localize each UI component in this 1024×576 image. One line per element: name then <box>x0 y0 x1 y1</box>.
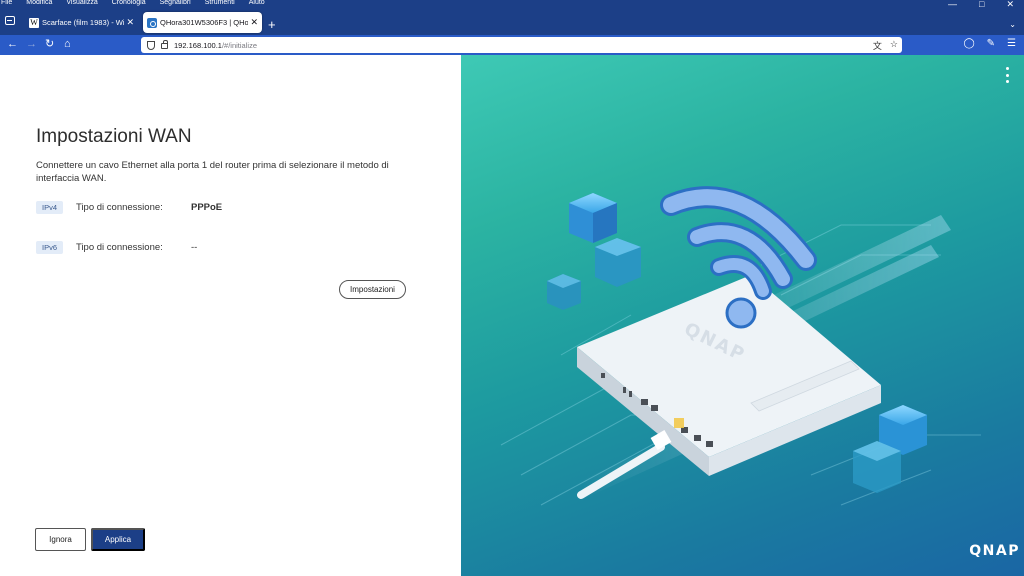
ipv4-badge: IPv4 <box>36 200 63 214</box>
ipv4-row: IPv4 Tipo di connessione: PPPoE <box>36 200 222 214</box>
minimize-icon[interactable]: — <box>948 0 957 9</box>
qnap-logo: QNAP <box>969 543 1020 559</box>
window-controls: — □ ✕ <box>948 0 1014 9</box>
menu-bar: File Modifica Visualizza Cronologia Segn… <box>0 0 1024 9</box>
settings-button[interactable]: Impostazioni <box>339 280 406 299</box>
address-bar[interactable]: 192.168.100.1 /#/initialize 文 ☆ <box>141 37 902 53</box>
menu-item-cronologia[interactable]: Cronologia <box>112 0 146 9</box>
page-title: Impostazioni WAN <box>36 126 192 147</box>
menu-icon[interactable]: ☰ <box>1007 38 1016 49</box>
close-tab-icon[interactable]: ✕ <box>126 17 134 28</box>
extensions-icon[interactable]: ✎ <box>987 38 995 49</box>
url-path: /#/initialize <box>221 40 257 50</box>
description: Connettere un cavo Ethernet alla porta 1… <box>36 160 389 184</box>
firefox-view-icon[interactable] <box>5 16 15 25</box>
ipv6-badge: IPv6 <box>36 240 63 254</box>
shield-icon[interactable] <box>147 40 155 50</box>
lock-icon[interactable] <box>161 40 168 49</box>
home-icon[interactable]: ⌂ <box>64 38 71 51</box>
more-options-icon[interactable] <box>1006 67 1010 83</box>
connection-type-label: Tipo di connessione: <box>76 241 163 253</box>
wikipedia-icon: W <box>29 17 39 28</box>
tab-title: Scarface (film 1983) - Wikipedia <box>42 18 125 27</box>
menu-item-visualizza[interactable]: Visualizza <box>66 0 97 9</box>
reload-icon[interactable]: ↻ <box>45 38 54 51</box>
menu-item-file[interactable]: File <box>1 0 12 9</box>
close-window-icon[interactable]: ✕ <box>1006 0 1014 9</box>
tab-wikipedia[interactable]: W Scarface (film 1983) - Wikipedia ✕ <box>25 12 138 33</box>
back-icon[interactable]: ← <box>7 38 18 51</box>
ipv4-connection-value: PPPoE <box>191 201 223 213</box>
ipv6-connection-value: -- <box>191 241 198 253</box>
tab-title: QHora301W5306F3 | QHora-301 <box>160 18 249 27</box>
new-tab-icon[interactable]: + <box>268 18 276 31</box>
pocket-icon[interactable]: ◯ <box>963 38 974 49</box>
apply-button[interactable]: Applica <box>91 528 145 551</box>
maximize-icon[interactable]: □ <box>979 0 984 9</box>
close-tab-icon[interactable]: ✕ <box>250 17 258 28</box>
url-host: 192.168.100.1 <box>174 40 222 50</box>
chevron-down-icon[interactable]: ⌄ <box>1009 20 1016 29</box>
forward-icon[interactable]: → <box>26 38 37 51</box>
translate-icon[interactable]: 文 <box>873 39 882 52</box>
toolbar-right: ◯ ✎ ☰ <box>963 38 1016 49</box>
ignore-button[interactable]: Ignora <box>35 528 86 551</box>
menu-item-aiuto[interactable]: Aiuto <box>249 0 265 9</box>
wan-settings-panel: Impostazioni WAN Connettere un cavo Ethe… <box>0 55 461 576</box>
connection-type-label: Tipo di connessione: <box>76 201 163 213</box>
ipv6-row: IPv6 Tipo di connessione: -- <box>36 240 197 254</box>
router-illustration-panel: QNAP QNAP <box>461 55 1024 576</box>
bookmark-star-icon[interactable]: ☆ <box>890 39 898 52</box>
menu-item-segnalibri[interactable]: Segnalibri <box>160 0 191 9</box>
tab-qhora[interactable]: QHora301W5306F3 | QHora-301 ✕ <box>143 12 262 33</box>
tab-strip: W Scarface (film 1983) - Wikipedia ✕ QHo… <box>0 9 1024 35</box>
menu-item-modifica[interactable]: Modifica <box>26 0 52 9</box>
router-illustration: QNAP <box>500 186 981 506</box>
qnap-favicon-icon <box>147 17 157 28</box>
menu-item-strumenti[interactable]: Strumenti <box>205 0 235 9</box>
